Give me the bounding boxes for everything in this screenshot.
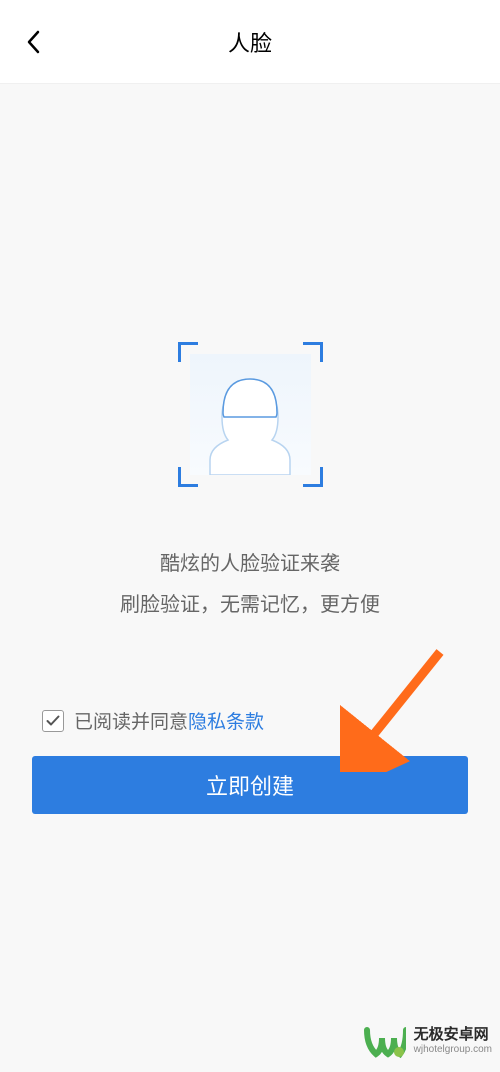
privacy-link[interactable]: 隐私条款 <box>188 707 264 734</box>
watermark-logo-icon <box>364 1020 406 1062</box>
header: 人脸 <box>0 0 500 84</box>
watermark: 无极安卓网 wjhotelgroup.com <box>364 1020 492 1062</box>
chevron-left-icon <box>26 30 40 54</box>
agreement-text: 已阅读并同意 <box>74 707 188 734</box>
page-title: 人脸 <box>228 26 272 58</box>
watermark-text: 无极安卓网 wjhotelgroup.com <box>414 1026 492 1056</box>
back-button[interactable] <box>18 27 48 57</box>
create-button[interactable]: 立即创建 <box>32 756 468 814</box>
watermark-name: 无极安卓网 <box>414 1026 492 1044</box>
agreement-row: 已阅读并同意 隐私条款 <box>0 707 500 734</box>
agreement-checkbox[interactable] <box>42 710 64 732</box>
watermark-url: wjhotelgroup.com <box>414 1044 492 1056</box>
face-silhouette-icon <box>190 354 311 475</box>
create-button-label: 立即创建 <box>206 769 294 801</box>
description-line-1: 酷炫的人脸验证来袭 <box>160 547 340 576</box>
check-icon <box>46 715 60 727</box>
content-area: 酷炫的人脸验证来袭 刷脸验证，无需记忆，更方便 已阅读并同意 隐私条款 立即创建 <box>0 84 500 1072</box>
face-scan-frame <box>178 342 323 487</box>
description-line-2: 刷脸验证，无需记忆，更方便 <box>120 588 380 617</box>
